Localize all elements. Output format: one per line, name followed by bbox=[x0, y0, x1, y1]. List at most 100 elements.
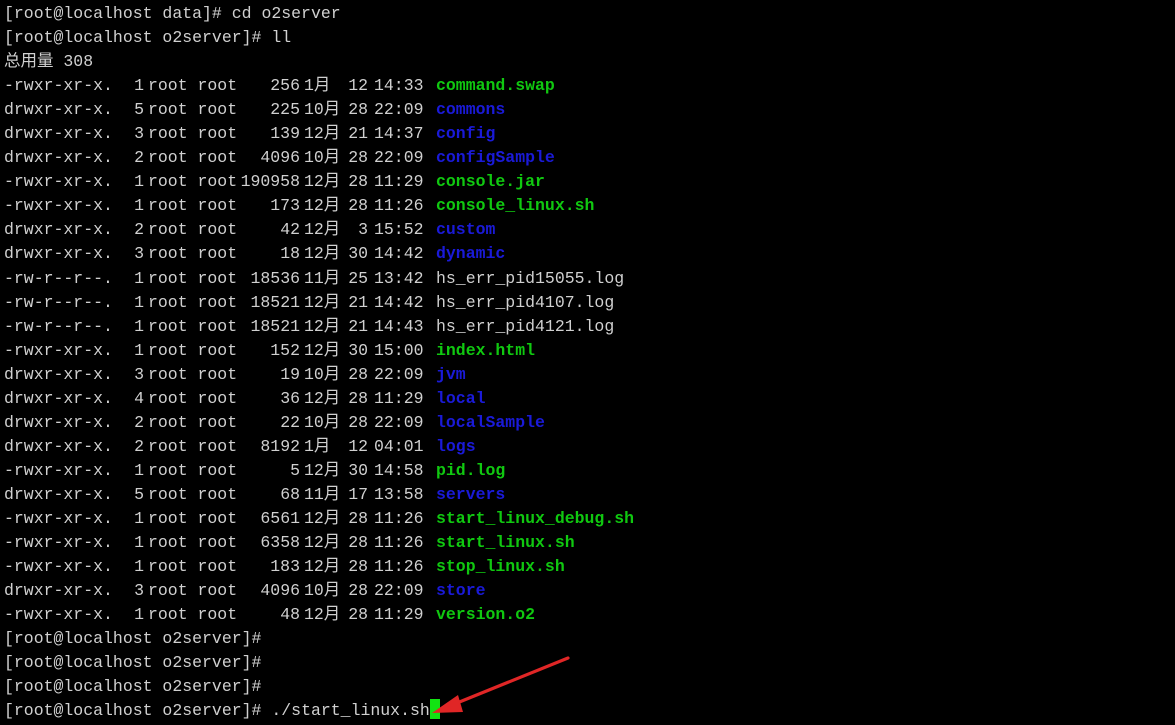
permissions: drwxr-xr-x. bbox=[4, 100, 113, 120]
file-size: 18 bbox=[280, 244, 300, 264]
modified-day: 28 bbox=[348, 533, 368, 553]
link-count: 1 bbox=[134, 533, 144, 553]
link-count: 1 bbox=[134, 605, 144, 625]
modified-day: 28 bbox=[348, 412, 368, 432]
modified-day: 21 bbox=[348, 292, 368, 312]
file-entry-row: drwxr-xr-x. 5 root root 225 10月 28 22:09 common… bbox=[4, 98, 1175, 122]
file-name[interactable]: store bbox=[430, 579, 486, 603]
file-name[interactable]: commons bbox=[430, 98, 505, 122]
file-name[interactable]: hs_err_pid4107.log bbox=[430, 291, 614, 315]
permissions: -rwxr-xr-x. bbox=[4, 172, 113, 192]
modified-time: 11:26 bbox=[374, 533, 424, 553]
link-count: 2 bbox=[134, 436, 144, 456]
modified-time: 11:26 bbox=[374, 508, 424, 528]
modified-day: 12 bbox=[348, 76, 368, 96]
file-name[interactable]: localSample bbox=[430, 411, 545, 435]
file-size: 4096 bbox=[260, 581, 300, 601]
permissions: drwxr-xr-x. bbox=[4, 244, 113, 264]
permissions: -rwxr-xr-x. bbox=[4, 533, 113, 553]
modified-day: 17 bbox=[348, 484, 368, 504]
modified-month: 12月 bbox=[304, 244, 341, 264]
permissions: drwxr-xr-x. bbox=[4, 148, 113, 168]
modified-day: 30 bbox=[348, 244, 368, 264]
modified-time: 22:09 bbox=[374, 100, 424, 120]
file-name[interactable]: start_linux_debug.sh bbox=[430, 507, 634, 531]
owner-group: root root bbox=[148, 436, 238, 456]
file-name[interactable]: custom bbox=[430, 218, 495, 242]
file-name[interactable]: version.o2 bbox=[430, 603, 535, 627]
total-size-text: 总用量 308 bbox=[4, 52, 94, 72]
owner-group: root root bbox=[148, 412, 238, 432]
file-name[interactable]: jvm bbox=[430, 363, 466, 387]
file-name[interactable]: command.swap bbox=[430, 74, 555, 98]
file-size: 8192 bbox=[260, 436, 300, 456]
file-name[interactable]: logs bbox=[430, 435, 476, 459]
cursor-block[interactable] bbox=[429, 699, 440, 720]
owner-group: root root bbox=[148, 196, 238, 216]
file-name[interactable]: start_linux.sh bbox=[430, 531, 575, 555]
file-name[interactable]: pid.log bbox=[430, 459, 505, 483]
file-name[interactable]: local bbox=[430, 387, 486, 411]
file-entry-row: -rwxr-xr-x. 1 root root 5 12月 30 14:58 pid.log bbox=[4, 459, 1175, 483]
modified-time: 04:01 bbox=[374, 436, 424, 456]
start-linux-command[interactable]: ./start_linux.sh bbox=[271, 701, 429, 720]
link-count: 1 bbox=[134, 557, 144, 577]
terminal-window[interactable]: [root@localhost data]# cd o2server [root@… bbox=[0, 0, 1175, 725]
permissions: -rwxr-xr-x. bbox=[4, 76, 113, 96]
modified-day: 25 bbox=[348, 268, 368, 288]
file-size: 152 bbox=[270, 340, 300, 360]
owner-group: root root bbox=[148, 292, 238, 312]
file-name[interactable]: dynamic bbox=[430, 242, 505, 266]
modified-month: 12月 bbox=[304, 388, 341, 408]
modified-day: 28 bbox=[348, 172, 368, 192]
owner-group: root root bbox=[148, 220, 238, 240]
link-count: 3 bbox=[134, 244, 144, 264]
permissions: drwxr-xr-x. bbox=[4, 220, 113, 240]
file-name[interactable]: stop_linux.sh bbox=[430, 555, 565, 579]
shell-prompt: [root@localhost o2server]# bbox=[4, 28, 262, 48]
prompt-line: [root@localhost o2server]# bbox=[4, 627, 1175, 651]
file-entry-row: -rwxr-xr-x. 1 root root 6561 12月 28 11:26 start… bbox=[4, 507, 1175, 531]
link-count: 1 bbox=[134, 268, 144, 288]
file-name[interactable]: configSample bbox=[430, 146, 555, 170]
file-name[interactable]: console.jar bbox=[430, 170, 545, 194]
file-entry-row: -rwxr-xr-x. 1 root root 152 12月 30 15:00 index.… bbox=[4, 339, 1175, 363]
shell-command: ll bbox=[271, 28, 292, 48]
file-name[interactable]: servers bbox=[430, 483, 505, 507]
modified-day: 28 bbox=[348, 148, 368, 168]
file-entry-row: drwxr-xr-x. 2 root root 8192 1月 12 04:01 logs bbox=[4, 435, 1175, 459]
file-size: 225 bbox=[270, 100, 300, 120]
modified-time: 11:29 bbox=[374, 388, 424, 408]
file-entry-row: -rw-r--r--. 1 root root 18536 11月 25 13:42 hs_e… bbox=[4, 267, 1175, 291]
file-size: 68 bbox=[280, 484, 300, 504]
file-entry-row: drwxr-xr-x. 3 root root 139 12月 21 14:37 config bbox=[4, 122, 1175, 146]
file-name[interactable]: hs_err_pid15055.log bbox=[430, 267, 624, 291]
modified-month: 12月 bbox=[304, 316, 341, 336]
file-name[interactable]: index.html bbox=[430, 339, 535, 363]
modified-day: 12 bbox=[348, 436, 368, 456]
modified-time: 14:42 bbox=[374, 244, 424, 264]
file-entry-row: drwxr-xr-x. 2 root root 22 10月 28 22:09 localSa… bbox=[4, 411, 1175, 435]
modified-month: 12月 bbox=[304, 508, 341, 528]
owner-group: root root bbox=[148, 76, 238, 96]
file-name[interactable]: console_linux.sh bbox=[430, 194, 594, 218]
link-count: 3 bbox=[134, 124, 144, 144]
owner-group: root root bbox=[148, 460, 238, 480]
modified-month: 12月 bbox=[304, 196, 341, 216]
modified-time: 22:09 bbox=[374, 581, 424, 601]
file-size: 139 bbox=[270, 124, 300, 144]
owner-group: root root bbox=[148, 100, 238, 120]
total-line: 总用量 308 bbox=[4, 50, 1175, 74]
permissions: -rw-r--r--. bbox=[4, 292, 113, 312]
file-name[interactable]: hs_err_pid4121.log bbox=[430, 315, 614, 339]
modified-month: 12月 bbox=[304, 172, 341, 192]
file-name[interactable]: config bbox=[430, 122, 495, 146]
shell-prompt: [root@localhost o2server]# bbox=[4, 677, 262, 697]
modified-time: 22:09 bbox=[374, 364, 424, 384]
modified-day: 28 bbox=[348, 100, 368, 120]
file-entry-row: drwxr-xr-x. 3 root root 19 10月 28 22:09 jvm bbox=[4, 363, 1175, 387]
modified-day: 3 bbox=[358, 220, 368, 240]
permissions: drwxr-xr-x. bbox=[4, 364, 113, 384]
modified-month: 10月 bbox=[304, 364, 341, 384]
modified-month: 11月 bbox=[304, 268, 341, 288]
